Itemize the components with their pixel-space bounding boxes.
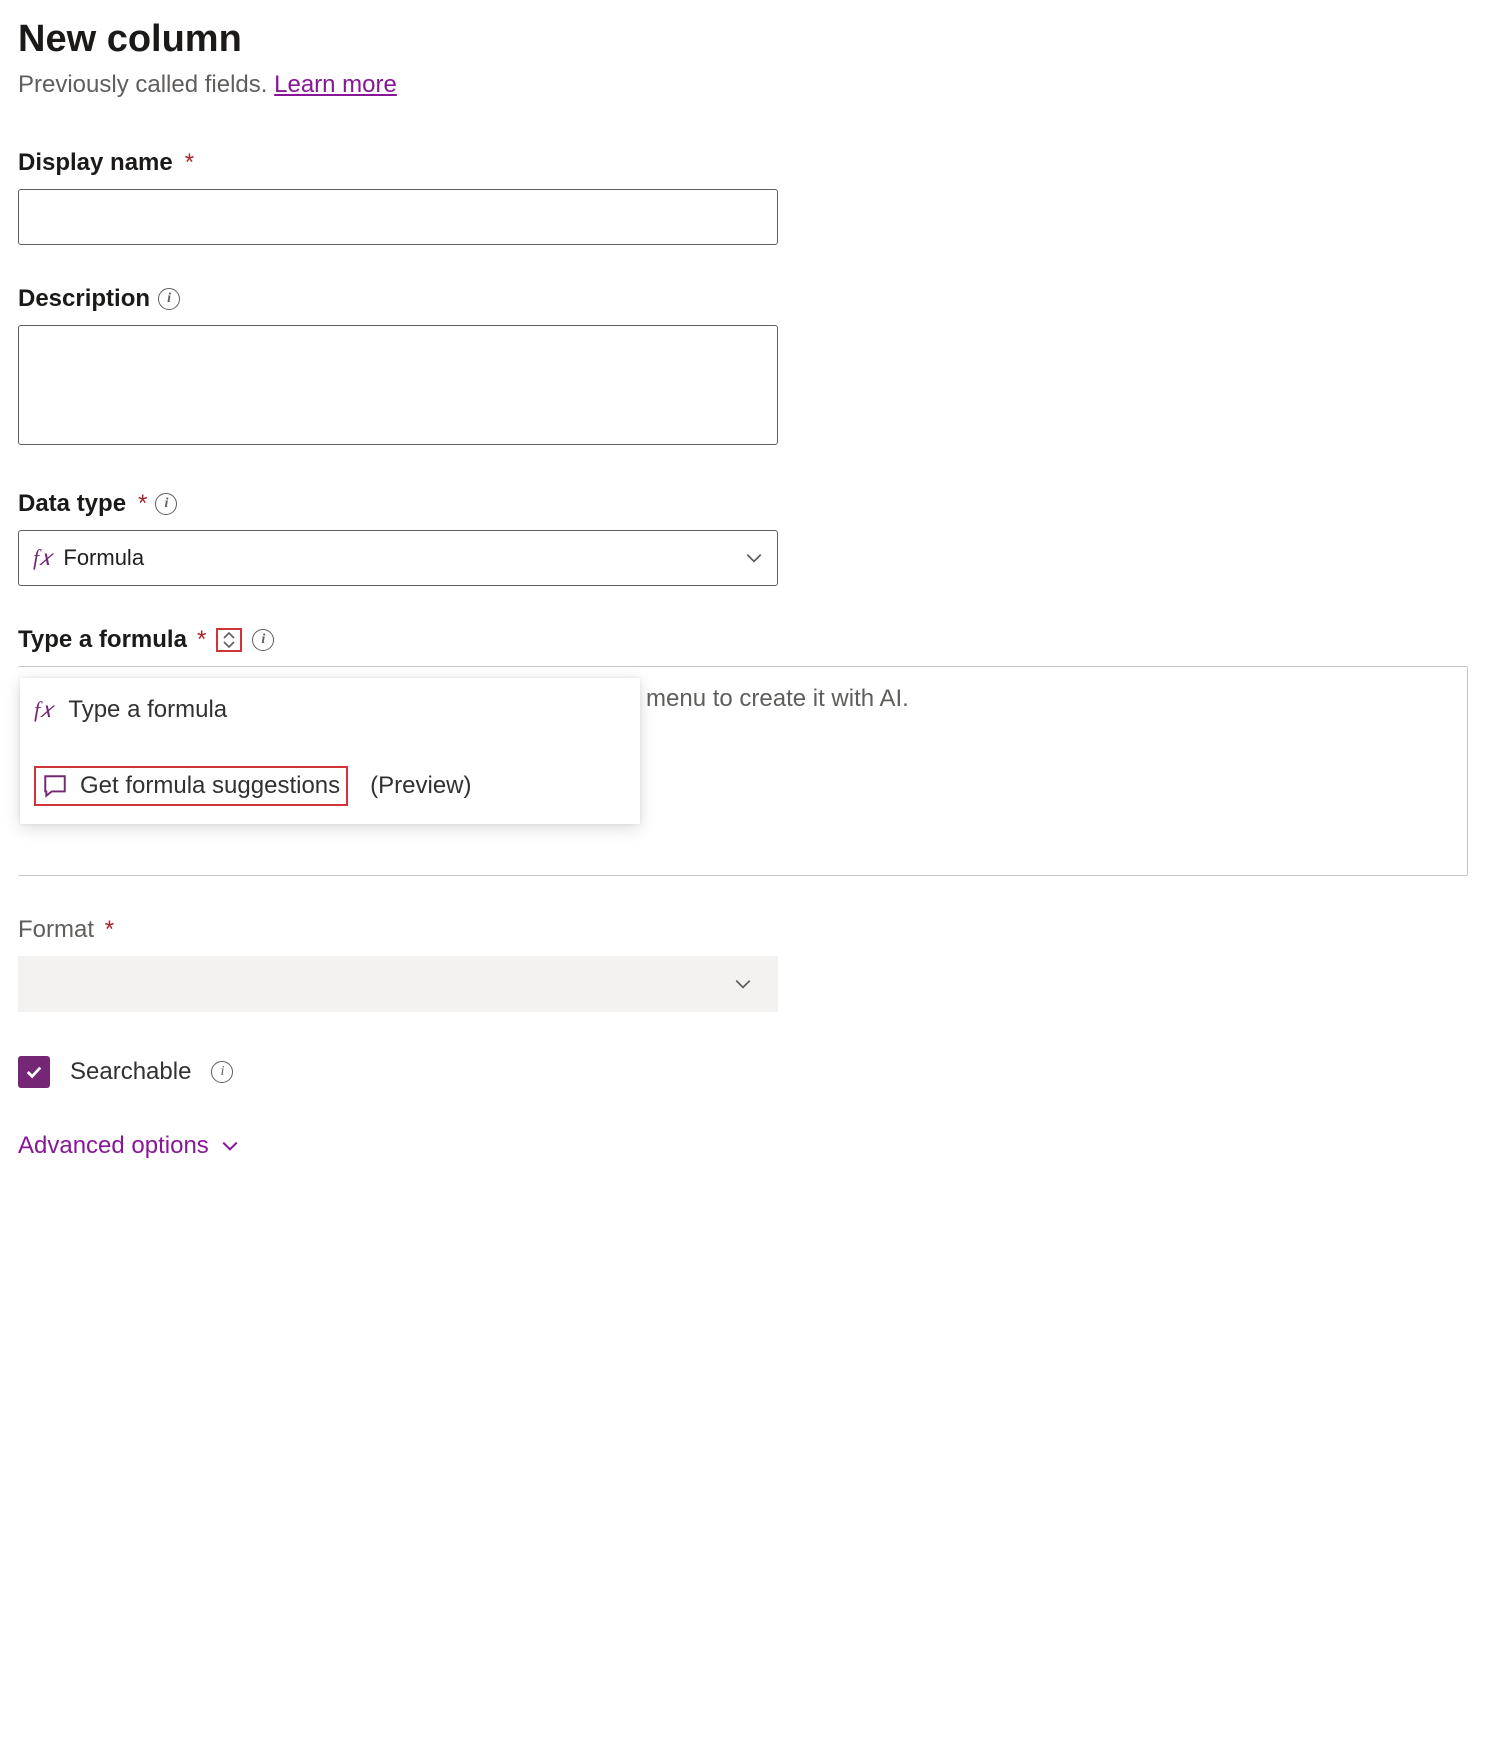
menu-item-label: Get formula suggestions <box>80 772 340 800</box>
data-type-value: Formula <box>63 545 144 571</box>
menu-item-get-suggestions[interactable]: Get formula suggestions (Preview) <box>20 748 640 824</box>
chevron-down-icon <box>734 975 752 993</box>
menu-item-label: Type a formula <box>68 696 227 724</box>
description-input[interactable] <box>18 325 778 445</box>
formula-placeholder: menu to create it with AI. <box>646 685 909 713</box>
description-label: Description <box>18 285 150 313</box>
searchable-label: Searchable <box>70 1058 191 1086</box>
subtitle: Previously called fields. Learn more <box>18 71 1467 99</box>
required-indicator: * <box>185 149 194 177</box>
fx-icon: f𝑥 <box>34 697 52 723</box>
advanced-options-label: Advanced options <box>18 1132 209 1160</box>
display-name-label: Display name <box>18 149 173 177</box>
required-indicator: * <box>197 626 206 654</box>
info-icon[interactable] <box>158 288 180 310</box>
preview-tag: (Preview) <box>370 772 471 800</box>
info-icon[interactable] <box>211 1061 233 1083</box>
formula-label: Type a formula <box>18 626 187 654</box>
chat-icon <box>42 773 68 799</box>
page-title: New column <box>18 18 1467 61</box>
info-icon[interactable] <box>155 493 177 515</box>
fx-icon: f𝑥 <box>33 545 51 571</box>
formula-dropdown-menu: f𝑥 Type a formula Get formula suggestion… <box>20 678 640 824</box>
format-select[interactable] <box>18 956 778 1012</box>
subtitle-text: Previously called fields. <box>18 71 274 98</box>
chevron-down-icon <box>221 1137 239 1155</box>
display-name-input[interactable] <box>18 189 778 245</box>
advanced-options-toggle[interactable]: Advanced options <box>18 1132 239 1160</box>
format-label: Format <box>18 916 94 943</box>
data-type-select[interactable]: f𝑥 Formula <box>18 530 778 586</box>
chevron-down-icon <box>745 549 763 567</box>
required-indicator: * <box>138 490 147 518</box>
info-icon[interactable] <box>252 629 274 651</box>
learn-more-link[interactable]: Learn more <box>274 71 397 98</box>
formula-mode-toggle[interactable] <box>216 628 242 652</box>
required-indicator: * <box>105 916 114 943</box>
data-type-label: Data type <box>18 490 126 518</box>
searchable-checkbox[interactable] <box>18 1056 50 1088</box>
menu-item-type-formula[interactable]: f𝑥 Type a formula <box>20 678 640 742</box>
